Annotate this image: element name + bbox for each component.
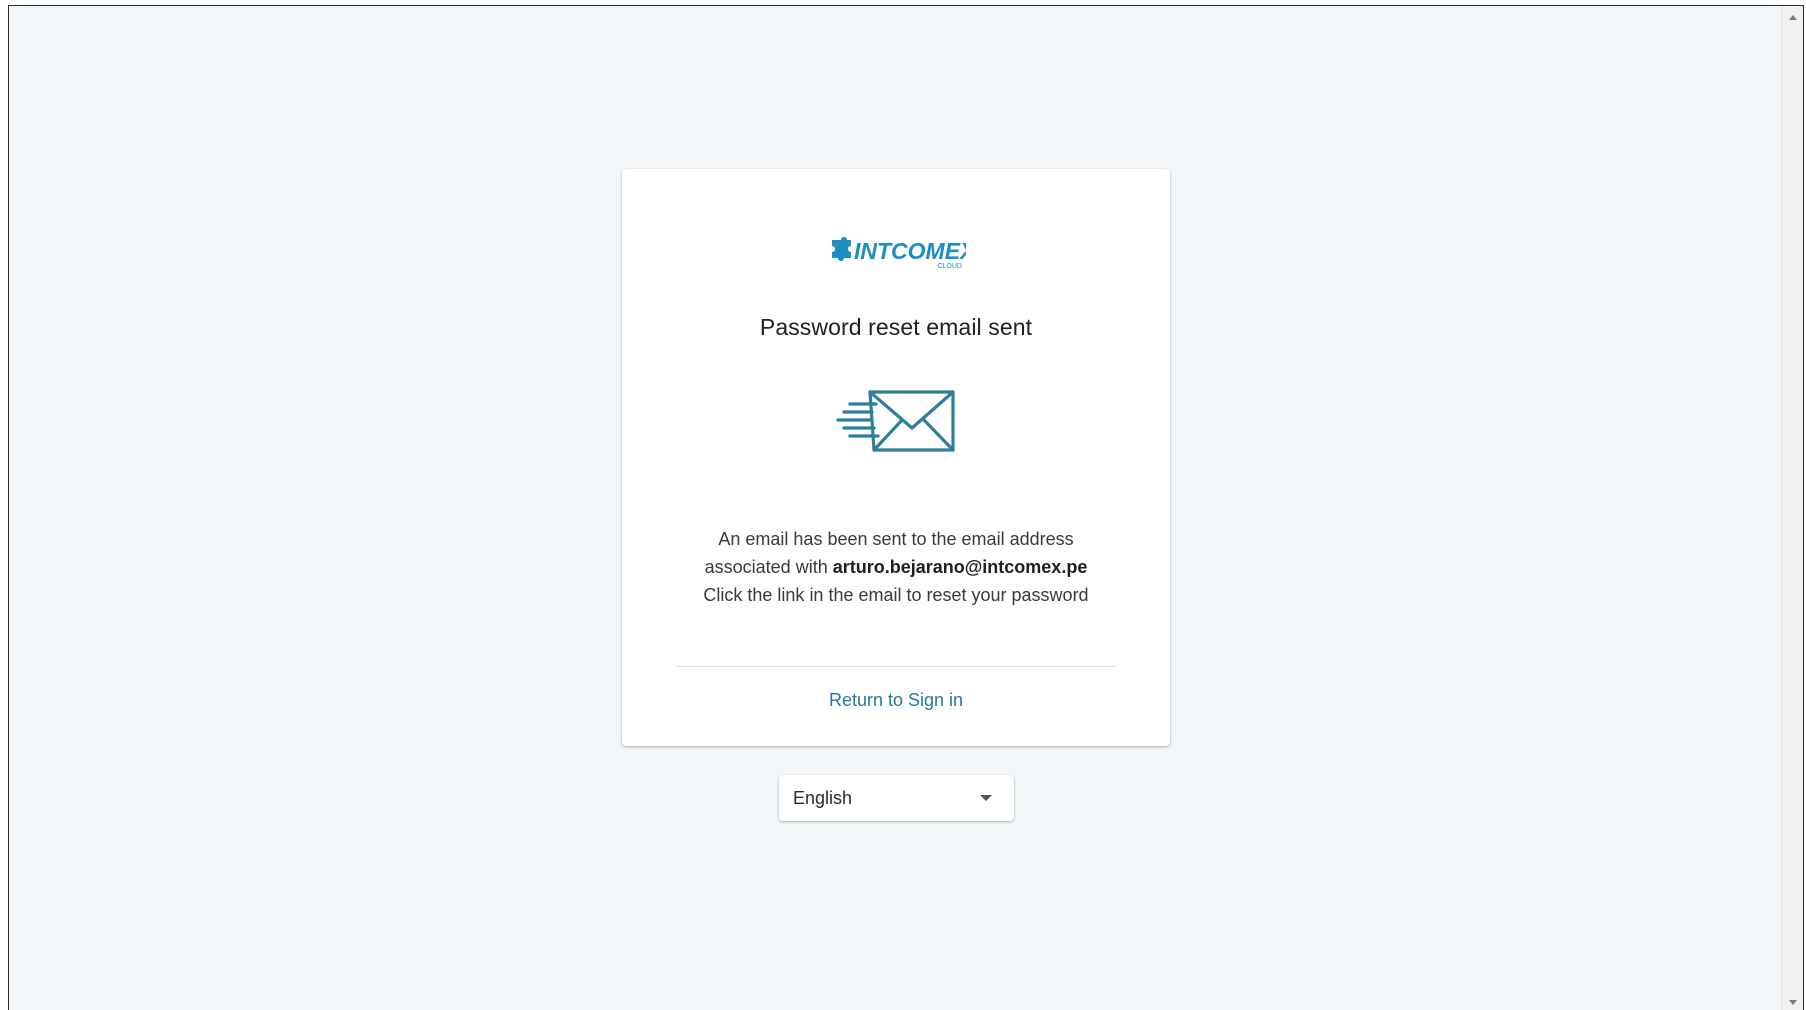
- message-line-1: An email has been sent to the email addr…: [718, 529, 1074, 549]
- message-line-2: associated with arturo.bejarano@intcomex…: [622, 553, 1170, 581]
- message-line-2-prefix: associated with: [704, 557, 833, 577]
- scroll-down-arrow-icon[interactable]: [1782, 993, 1803, 1010]
- message-line-3: Click the link in the email to reset you…: [703, 585, 1089, 605]
- scroll-up-arrow-icon[interactable]: [1782, 8, 1803, 26]
- envelope-sent-icon: [622, 390, 1170, 452]
- intcomex-cloud-logo: INTCOMEX CLOUD: [622, 231, 1170, 270]
- page-background: INTCOMEX CLOUD Password reset email sent: [9, 6, 1781, 1010]
- svg-text:INTCOMEX: INTCOMEX: [854, 238, 966, 264]
- page-title: Password reset email sent: [759, 314, 1033, 340]
- language-select[interactable]: English: [779, 775, 1014, 821]
- chevron-down-icon: [980, 795, 992, 801]
- return-to-sign-in-link[interactable]: Return to Sign in: [622, 690, 1170, 711]
- divider: [677, 666, 1115, 667]
- confirmation-message: An email has been sent to the email addr…: [622, 525, 1170, 609]
- reset-confirmation-card: INTCOMEX CLOUD Password reset email sent: [622, 169, 1170, 746]
- vertical-scrollbar[interactable]: [1781, 6, 1803, 1010]
- user-email: arturo.bejarano@intcomex.pe: [832, 557, 1088, 577]
- svg-text:CLOUD: CLOUD: [937, 263, 962, 270]
- browser-window: INTCOMEX CLOUD Password reset email sent: [8, 5, 1804, 1010]
- language-selected-value: English: [793, 788, 853, 808]
